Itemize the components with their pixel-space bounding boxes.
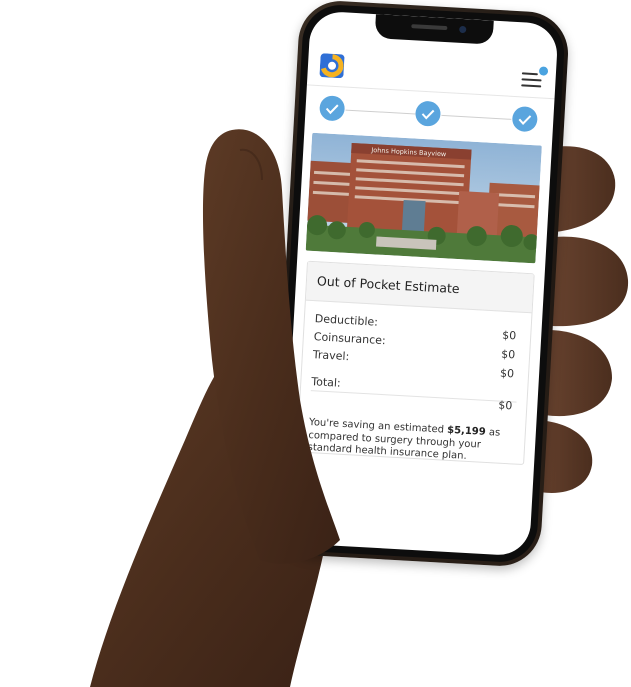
deductible-value: $0 [501, 328, 517, 343]
total-value: $0 [497, 398, 513, 413]
travel-value: $0 [499, 366, 515, 381]
progress-steps [318, 95, 539, 135]
step-3-complete [511, 105, 539, 133]
front-camera [459, 25, 467, 34]
step-1-complete [318, 95, 346, 122]
savings-amount: $5,199 [446, 424, 486, 438]
app-logo-icon[interactable] [319, 53, 345, 79]
step-2-complete [414, 100, 442, 127]
check-icon [421, 109, 435, 120]
check-icon [325, 104, 339, 115]
estimate-card: Out of Pocket Estimate Deductible: Coins… [296, 260, 535, 466]
step-connector [345, 109, 416, 115]
menu-line [521, 72, 538, 76]
speaker-grille [411, 24, 448, 31]
card-title: Out of Pocket Estimate [316, 273, 461, 297]
coinsurance-value: $0 [500, 347, 516, 362]
savings-note: You're saving an estimated $5,199 as com… [307, 417, 509, 466]
coinsurance-label: Coinsurance: [313, 330, 387, 348]
menu-line [521, 84, 542, 88]
deductible-label: Deductible: [314, 312, 379, 329]
total-label: Total: [310, 375, 342, 390]
hamburger-menu-icon[interactable] [521, 66, 549, 89]
check-icon [518, 115, 532, 125]
app-header [306, 38, 558, 100]
card-header: Out of Pocket Estimate [305, 261, 534, 314]
travel-label: Travel: [312, 348, 350, 364]
phone-screen: Johns Hopkins Bayview Out of Pocket Esti… [281, 10, 559, 557]
menu-line [521, 78, 542, 82]
step-connector [441, 114, 512, 120]
total-divider [310, 390, 517, 403]
notification-dot [538, 66, 549, 76]
hospital-photo: Johns Hopkins Bayview [305, 132, 542, 264]
phone-device: Johns Hopkins Bayview Out of Pocket Esti… [269, 0, 571, 569]
